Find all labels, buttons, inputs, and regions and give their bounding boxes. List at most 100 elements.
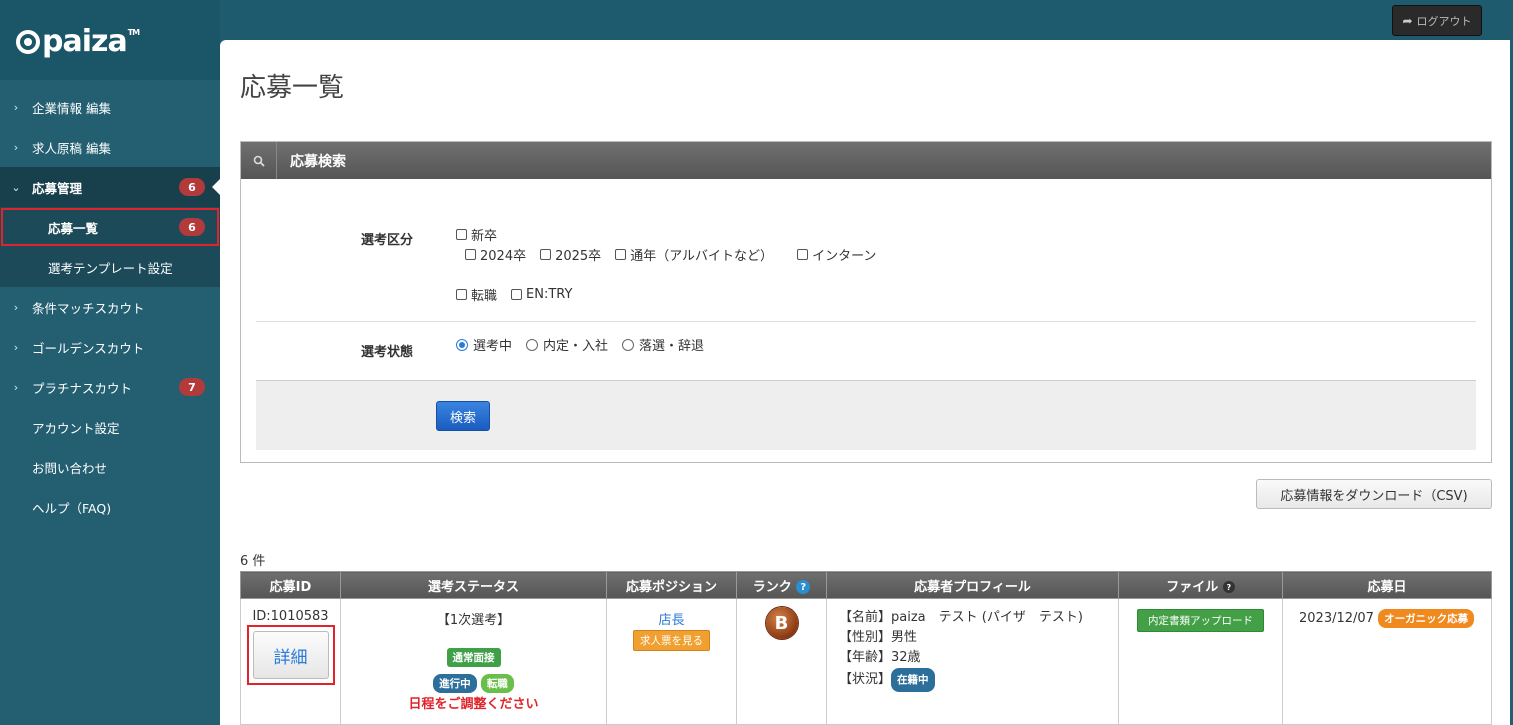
checkbox-box[interactable] [465,248,476,260]
sidebar-item-selection-template[interactable]: 選考テンプレート設定 [0,247,220,287]
checkbox-box[interactable] [456,228,467,240]
status-options: 選考中 内定・入社 落選・辞退 [456,322,718,379]
cell-profile: 【名前】paiza テスト (パイザ テスト) 【性別】男性 【年齢】32歳 【… [826,598,1119,725]
help-icon[interactable]: ? [1222,581,1235,593]
status-label: 選考状態 [361,345,414,360]
checkbox-label: 転職 [471,288,498,304]
checkbox-2025[interactable]: 2025卒 [540,245,601,264]
sidebar-item-company-edit[interactable]: › 企業情報 編集 [0,87,220,127]
profile-status-label: 【状況】 [839,672,892,687]
radio-button[interactable] [456,338,468,351]
logout-button[interactable]: ➦ ログアウト [1392,5,1482,36]
checkbox-label: 2025卒 [555,248,602,264]
chevron-right-icon: › [13,140,19,154]
profile-age: 【年齢】32歳 [839,650,921,665]
job-posting-button[interactable]: 求人票を見る [633,630,710,651]
help-icon[interactable]: ? [796,580,811,594]
search-button[interactable]: 検索 [436,401,490,431]
col-header-date: 応募日 [1282,571,1492,599]
page-title: 応募一覧 [240,73,345,103]
paiza-logo[interactable]: paiza TM [16,24,140,59]
col-header-rank-label: ランク [752,579,792,595]
sidebar-item-label: プラチナスカウト [32,380,133,396]
checkbox-2024[interactable]: 2024卒 [465,245,526,264]
col-header-profile: 応募者プロフィール [826,571,1119,599]
search-form: 選考区分 新卒 2024卒 2025卒 通年（アルバイトなど） インターン 転職… [256,212,1476,379]
sidebar-item-label: 求人原稿 編集 [32,140,111,156]
checkbox-label: 通年（アルバイトなど） [630,248,774,264]
radio-button[interactable] [526,338,539,351]
checkbox-intern[interactable]: インターン [797,245,876,264]
top-bar: ➦ ログアウト [0,0,1513,40]
search-panel: 応募検索 選考区分 新卒 2024卒 2025卒 通年（アルバイトなど） インタ… [240,141,1492,463]
checkbox-box[interactable] [511,288,523,300]
sidebar-item-contact[interactable]: お問い合わせ [0,447,220,487]
csv-download-button[interactable]: 応募情報をダウンロード（CSV) [1256,479,1492,509]
search-title: 応募検索 [290,153,346,170]
source-tag: オーガニック応募 [1378,609,1475,628]
sidebar-item-application-management[interactable]: ⌄ 応募管理 6 [0,167,220,207]
radio-button[interactable] [622,338,635,351]
sidebar-nav: › 企業情報 編集 › 求人原稿 編集 ⌄ 応募管理 6 応募一覧 6 選考テン… [0,87,220,527]
cell-date: 2023/12/07 オーガニック応募 [1282,598,1492,725]
sidebar-item-help[interactable]: ヘルプ（FAQ) [0,487,220,527]
chevron-right-icon: › [13,340,19,354]
interview-tag: 通常面接 [446,648,501,667]
count-badge: 6 [179,178,205,196]
cell-status: 【1次選考】 通常面接 進行中 転職 日程をご調整ください [340,598,607,725]
offer-document-upload-button[interactable]: 内定書類アップロード [1137,609,1264,632]
status-row: 選考状態 選考中 内定・入社 落選・辞退 [256,322,1476,379]
category-label: 選考区分 [361,233,414,248]
sidebar-item-account-settings[interactable]: アカウント設定 [0,407,220,447]
sidebar-item-golden-scout[interactable]: › ゴールデンスカウト [0,327,220,367]
position-link[interactable]: 店長 [607,609,736,628]
sidebar-item-label: アカウント設定 [32,420,120,436]
cell-position: 店長 求人票を見る [606,598,737,725]
checkbox-box[interactable] [456,288,467,300]
checkbox-label: 新卒 [471,228,498,244]
checkbox-label: インターン [812,248,877,264]
checkbox-entry[interactable]: EN:TRY [511,287,572,302]
sidebar-item-platinum-scout[interactable]: › プラチナスカウト 7 [0,367,220,407]
active-pointer [212,179,220,195]
search-icon [241,142,277,179]
logo-area: paiza TM [0,0,220,80]
logo-tm: TM [127,28,140,37]
table-row: ID:1010583 詳細 【1次選考】 通常面接 進行中 転職 日程をご調整く… [240,598,1492,725]
cell-rank: B [736,598,827,725]
stage-text: 【1次選考】 [436,613,511,628]
profile-status: 【状況】 在籍中 [839,668,1118,692]
chevron-right-icon: › [13,380,19,394]
checkbox-box[interactable] [797,248,809,260]
col-header-position: 応募ポジション [606,571,737,599]
col-header-id: 応募ID [240,571,341,599]
category-options: 新卒 2024卒 2025卒 通年（アルバイトなど） インターン 転職 EN:T… [456,212,890,321]
cell-id: ID:1010583 詳細 [240,598,341,725]
col-header-file: ファイル ? [1118,571,1283,599]
checkbox-box[interactable] [540,248,552,260]
detail-button[interactable]: 詳細 [252,631,329,679]
radio-label: 落選・辞退 [639,339,705,354]
radio-label: 内定・入社 [543,339,609,354]
sidebar-item-condition-scout[interactable]: › 条件マッチスカウト [0,287,220,327]
checkbox-career[interactable]: 転職 [456,285,497,304]
sidebar-item-application-list[interactable]: 応募一覧 6 [0,207,220,247]
rank-b-icon: B [765,607,798,639]
sidebar-item-label: 選考テンプレート設定 [48,260,173,276]
logo-text: paiza [42,24,128,59]
checkbox-label: EN:TRY [526,286,573,302]
type-tag: 転職 [480,674,514,693]
sidebar: paiza TM › 企業情報 編集 › 求人原稿 編集 ⌄ 応募管理 6 応募… [0,0,220,725]
radio-rejected[interactable]: 落選・辞退 [622,335,704,354]
sidebar-item-label: ゴールデンスカウト [32,340,145,356]
checkbox-year-round[interactable]: 通年（アルバイトなど） [615,245,773,264]
search-button-area: 検索 [256,380,1476,450]
radio-offer[interactable]: 内定・入社 [526,335,608,354]
search-header: 応募検索 [241,142,1491,179]
checkbox-new-grad[interactable]: 新卒 [456,225,497,244]
radio-in-progress[interactable]: 選考中 [456,335,512,354]
checkbox-box[interactable] [615,248,627,260]
logout-arrow-icon: ➦ [1402,13,1413,28]
progress-tag: 進行中 [433,674,477,693]
sidebar-item-job-edit[interactable]: › 求人原稿 編集 [0,127,220,167]
